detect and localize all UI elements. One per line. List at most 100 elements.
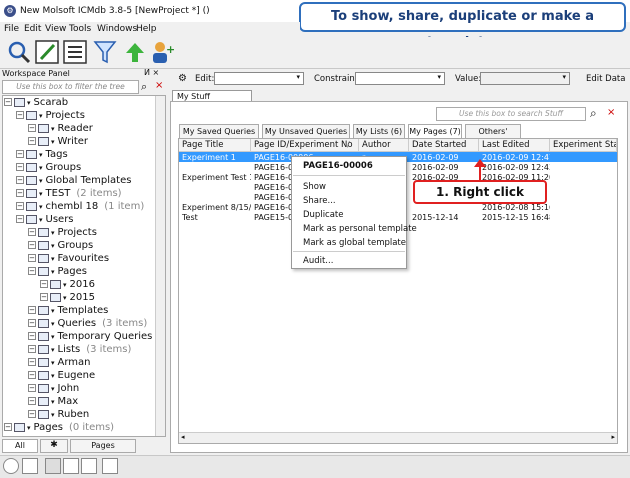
expand-toggle-icon[interactable]: − (28, 306, 36, 314)
expand-toggle-icon[interactable]: − (16, 111, 24, 119)
stop-icon[interactable] (3, 458, 19, 474)
column-header[interactable]: Author (359, 139, 409, 152)
tab-saved-queries[interactable]: My Saved Queries (3) (179, 124, 259, 149)
filter-icon[interactable] (92, 39, 118, 65)
panel-list-icon[interactable] (81, 458, 97, 474)
table-cell[interactable] (179, 183, 251, 193)
tree-item[interactable]: − ▾ Tags (16, 148, 68, 161)
tree-scrollbar[interactable] (155, 96, 165, 436)
tree-item[interactable]: − ▾ Ruben (28, 408, 89, 421)
tree-item[interactable]: − ▾ Temporary Queries (28, 330, 152, 343)
table-cell[interactable]: Experiment 8/15/16 (179, 203, 251, 213)
tab-pages[interactable]: Pages (70, 439, 136, 453)
table-cell[interactable]: Experiment 1 (179, 153, 251, 163)
upload-arrow-icon[interactable] (122, 39, 148, 65)
settings-icon[interactable] (102, 458, 118, 474)
list-icon[interactable] (62, 39, 88, 65)
expand-toggle-icon[interactable]: − (28, 267, 36, 275)
menu-help[interactable]: Help (136, 24, 157, 34)
tree-item[interactable]: − ▾ Global Templates (16, 174, 131, 187)
expand-toggle-icon[interactable]: − (16, 189, 24, 197)
tree-item[interactable]: − ▾ John (28, 382, 79, 395)
expand-toggle-icon[interactable]: − (28, 137, 36, 145)
expand-toggle-icon[interactable]: − (16, 202, 24, 210)
database-icon[interactable] (22, 458, 38, 474)
search-icon[interactable] (6, 39, 32, 65)
tree-item[interactable]: − ▾ Arman (28, 356, 91, 369)
tab-all[interactable]: All (2, 439, 38, 453)
panel-top-icon[interactable] (63, 458, 79, 474)
search-icon[interactable]: ⌕ (141, 80, 147, 94)
menu-tools[interactable]: Tools (69, 24, 91, 34)
tree-item[interactable]: − ▾ Templates (28, 304, 108, 317)
search-icon[interactable]: ⌕ (590, 106, 597, 121)
tab-my-pages[interactable]: My Pages (7) (408, 124, 462, 138)
table-cell[interactable]: Test (179, 213, 251, 223)
tree-item[interactable]: − ▾ Max (28, 395, 78, 408)
scroll-left-icon[interactable]: ◂ (181, 433, 185, 441)
expand-toggle-icon[interactable]: − (4, 423, 12, 431)
expand-toggle-icon[interactable]: − (28, 124, 36, 132)
tree-item[interactable]: − ▾ chembl 18 (1 item) (16, 200, 144, 213)
tree-item[interactable]: − ▾ Favourites (28, 252, 109, 265)
tree-item[interactable]: − ▾ Scarab (4, 96, 68, 109)
clear-icon[interactable]: × (155, 80, 163, 91)
expand-toggle-icon[interactable]: − (28, 319, 36, 327)
menu-item-share[interactable]: Share... (303, 196, 336, 206)
tab-others-pages[interactable]: Others' Pages (465, 124, 521, 149)
edit-pencil-icon[interactable] (34, 39, 60, 65)
chevron-down-icon[interactable]: ▾ (27, 422, 31, 435)
menu-item-duplicate[interactable]: Duplicate (303, 210, 344, 220)
expand-toggle-icon[interactable]: − (28, 371, 36, 379)
menu-item-mark-personal-template[interactable]: Mark as personal template (303, 224, 417, 234)
tree-item[interactable]: − ▾ Writer (28, 135, 88, 148)
constraint-select[interactable]: ▾ (355, 72, 445, 85)
expand-toggle-icon[interactable]: − (28, 358, 36, 366)
tree-item[interactable]: − ▾ TEST (2 items) (16, 187, 122, 200)
tree-item[interactable]: − ▾ Pages (0 items) (4, 421, 114, 434)
menu-item-show[interactable]: Show (303, 182, 326, 192)
expand-toggle-icon[interactable]: − (28, 384, 36, 392)
column-header[interactable]: Page ID/Experiment No (251, 139, 359, 152)
edit-data-button[interactable]: Edit Data (586, 74, 625, 84)
menu-windows[interactable]: Windows (97, 24, 137, 34)
tree-item[interactable]: − ▾ 2015 (40, 291, 95, 304)
clear-icon[interactable]: × (607, 107, 615, 118)
expand-toggle-icon[interactable]: − (28, 241, 36, 249)
menu-item-mark-global-template[interactable]: Mark as global template (303, 238, 406, 248)
stuff-search-input[interactable]: Use this box to search Stuff (436, 107, 586, 121)
menu-edit[interactable]: Edit (24, 24, 41, 34)
expand-toggle-icon[interactable]: − (4, 98, 12, 106)
table-cell[interactable] (179, 193, 251, 203)
tree-filter-input[interactable]: Use this box to filter the tree (2, 80, 139, 94)
expand-toggle-icon[interactable]: − (40, 293, 48, 301)
tree-item[interactable]: − ▾ Projects (28, 226, 97, 239)
settings-gear-icon[interactable]: ⚙ (178, 73, 187, 84)
expand-toggle-icon[interactable]: − (40, 280, 48, 288)
expand-toggle-icon[interactable]: − (28, 332, 36, 340)
expand-toggle-icon[interactable]: − (16, 176, 24, 184)
column-header[interactable]: Page Title (179, 139, 251, 152)
table-horizontal-scrollbar[interactable]: ◂ ▸ (179, 432, 617, 443)
tree-item[interactable]: − ▾ Pages (28, 265, 87, 278)
tree-item[interactable]: − ▾ Lists (3 items) (28, 343, 131, 356)
tree-item[interactable]: − ▾ Groups (16, 161, 81, 174)
tree-item[interactable]: − ▾ Reader (28, 122, 93, 135)
bug-icon[interactable]: ✱ (40, 439, 68, 453)
edit-select[interactable]: ▾ (214, 72, 304, 85)
expand-toggle-icon[interactable]: − (28, 410, 36, 418)
column-header[interactable]: Last Edited (479, 139, 550, 152)
expand-toggle-icon[interactable]: − (16, 215, 24, 223)
menu-file[interactable]: File (4, 24, 19, 34)
column-header[interactable]: Date Started (409, 139, 479, 152)
tree-item[interactable]: − ▾ Eugene (28, 369, 95, 382)
tree-item[interactable]: − ▾ Groups (28, 239, 93, 252)
expand-toggle-icon[interactable]: − (16, 163, 24, 171)
scroll-right-icon[interactable]: ▸ (611, 433, 615, 441)
tab-unsaved-queries[interactable]: My Unsaved Queries (1) (262, 124, 350, 149)
table-cell[interactable] (179, 163, 251, 173)
tree-item[interactable]: − ▾ Users (16, 213, 74, 226)
expand-toggle-icon[interactable]: − (28, 397, 36, 405)
add-user-icon[interactable]: + (148, 39, 175, 65)
panel-left-icon[interactable] (45, 458, 61, 474)
